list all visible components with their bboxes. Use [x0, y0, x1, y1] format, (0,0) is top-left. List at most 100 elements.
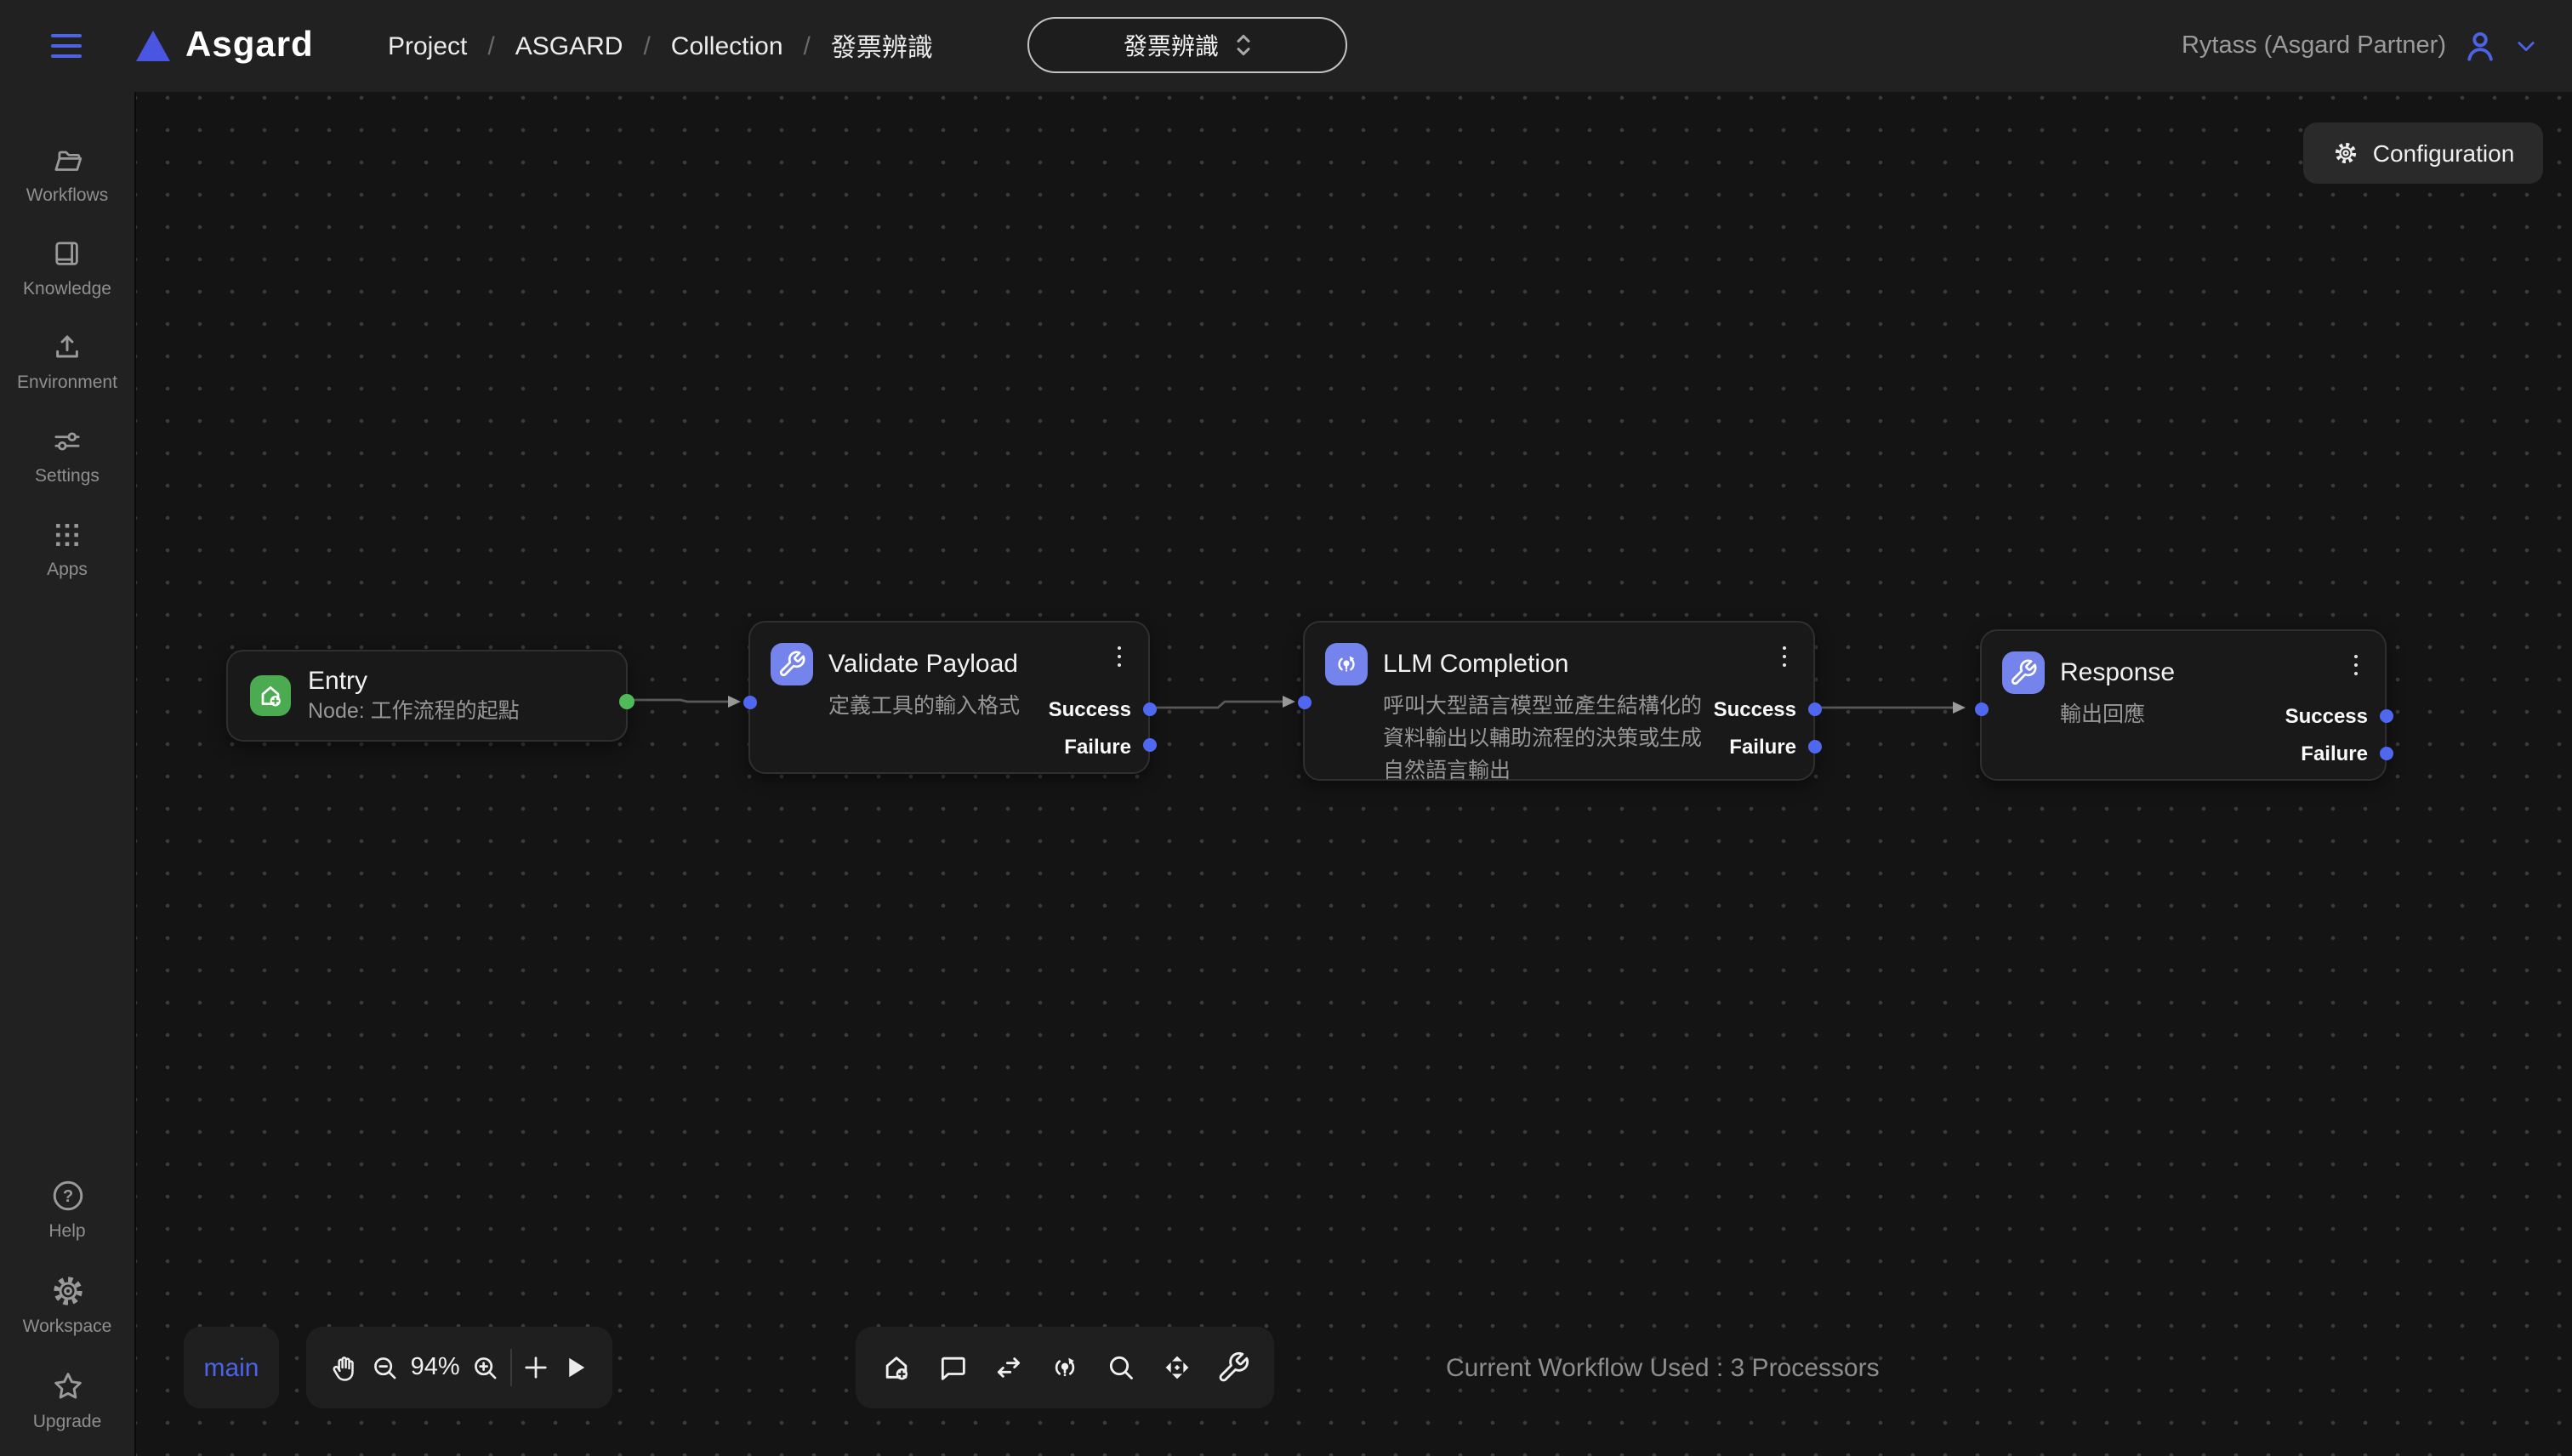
gear-icon [48, 1272, 86, 1310]
input-handle[interactable] [1297, 696, 1311, 709]
node-toolbar [856, 1327, 1274, 1408]
success-handle[interactable] [1142, 702, 1156, 716]
output-label-success: Success [1714, 697, 1796, 721]
tools-wrench-icon[interactable] [1216, 1351, 1250, 1385]
node-llm-completion[interactable]: LLM Completion 呼叫大型語言模型並產生結構化的資料輸出以輔助流程的… [1303, 621, 1815, 781]
sidebar-item-knowledge[interactable]: Knowledge [0, 236, 134, 299]
selector-chevrons-icon [1234, 32, 1251, 58]
svg-text:?: ? [62, 1187, 72, 1206]
input-handle[interactable] [743, 696, 756, 709]
sidebar-item-label: Help [48, 1221, 85, 1242]
output-label-failure: Failure [1729, 734, 1796, 758]
user-icon [2461, 27, 2499, 65]
logo: Asgard [136, 0, 314, 92]
configuration-button[interactable]: Configuration [2303, 122, 2543, 184]
auto-layout-tool-icon[interactable] [1160, 1351, 1194, 1385]
wrench-icon [771, 643, 813, 685]
breadcrumb-collection[interactable]: Collection [671, 31, 783, 60]
node-title: Response [2060, 658, 2175, 687]
pan-hand-icon[interactable] [328, 1351, 361, 1384]
node-subtitle: 呼叫大型語言模型並產生結構化的資料輸出以輔助流程的決策或生成自然語言輸出 [1383, 691, 1710, 788]
workflow-canvas[interactable]: Configuration Entry Node: 工作流程的起點 [136, 92, 2572, 1456]
app: Asgard Project / ASGARD / Collection / 發… [0, 0, 2572, 1456]
output-handle[interactable] [619, 693, 634, 708]
user-menu[interactable]: Rytass (Asgard Partner) [2182, 0, 2538, 92]
breadcrumb-project[interactable]: Project [388, 31, 467, 60]
logo-triangle-icon [136, 31, 170, 61]
comment-tool-icon[interactable] [936, 1351, 970, 1385]
sidebar-item-label: Knowledge [23, 279, 111, 299]
sidebar-item-apps[interactable]: Apps [0, 517, 134, 580]
failure-handle[interactable] [1142, 738, 1156, 752]
sliders-icon [49, 424, 85, 459]
workflow-selector-value: 發票辨識 [1124, 28, 1219, 62]
hamburger-menu-icon[interactable] [51, 27, 82, 65]
upload-icon [49, 330, 85, 366]
sidebar-item-label: Upgrade [33, 1412, 102, 1432]
node-title: Entry [308, 667, 520, 696]
sidebar-item-label: Workflows [26, 185, 108, 206]
output-label-success: Success [2285, 704, 2368, 728]
node-menu-kebab-icon[interactable] [2344, 650, 2368, 680]
breadcrumb-separator: / [804, 31, 811, 60]
sidebar-item-help[interactable]: ? Help [0, 1177, 134, 1242]
zoom-out-icon[interactable] [369, 1351, 401, 1384]
entry-node-tool-icon[interactable] [879, 1351, 913, 1385]
home-plus-icon [250, 675, 291, 716]
book-icon [49, 236, 85, 272]
output-label-failure: Failure [1064, 734, 1131, 758]
search-tool-icon[interactable] [1104, 1351, 1138, 1385]
sidebar-item-label: Workspace [23, 1317, 112, 1337]
user-label: Rytass (Asgard Partner) [2182, 32, 2446, 60]
sidebar-item-upgrade[interactable]: Upgrade [0, 1368, 134, 1432]
node-subtitle: Node: 工作流程的起點 [308, 699, 520, 725]
llm-tool-icon[interactable] [1048, 1351, 1082, 1385]
sidebar-footer: ? Help Workspace Upgrade [0, 1177, 134, 1456]
failure-handle[interactable] [2379, 747, 2393, 760]
folder-icon [49, 143, 85, 179]
node-menu-kebab-icon[interactable] [1107, 641, 1131, 672]
gear-icon [2332, 139, 2359, 167]
branch-button[interactable]: main [184, 1327, 279, 1408]
logo-text: Asgard [185, 26, 314, 66]
zoom-level: 94% [411, 1354, 460, 1381]
node-response[interactable]: Response 輸出回應 Success Failure [1980, 629, 2387, 781]
llm-refresh-bulb-icon [1325, 643, 1368, 685]
apps-grid-icon [49, 517, 85, 553]
node-entry[interactable]: Entry Node: 工作流程的起點 [226, 650, 628, 742]
swap-connections-tool-icon[interactable] [992, 1351, 1026, 1385]
top-bar: Asgard Project / ASGARD / Collection / 發… [0, 0, 2572, 92]
toolbar-divider [509, 1349, 511, 1386]
breadcrumb-asgard[interactable]: ASGARD [515, 31, 623, 60]
star-icon [48, 1368, 86, 1405]
failure-handle[interactable] [1807, 740, 1821, 754]
add-node-button[interactable] [521, 1352, 551, 1383]
configuration-label: Configuration [2373, 139, 2515, 167]
breadcrumb-separator: / [487, 31, 494, 60]
sidebar-item-label: Settings [35, 466, 100, 486]
sidebar-item-workflows[interactable]: Workflows [0, 143, 134, 206]
output-label-success: Success [1049, 697, 1131, 721]
node-menu-kebab-icon[interactable] [1773, 641, 1796, 672]
success-handle[interactable] [1807, 702, 1821, 716]
input-handle[interactable] [1974, 702, 1988, 716]
wrench-icon [2002, 651, 2045, 694]
node-title: LLM Completion [1383, 650, 1568, 679]
sidebar-item-workspace[interactable]: Workspace [0, 1272, 134, 1337]
sidebar-item-settings[interactable]: Settings [0, 424, 134, 486]
run-workflow-button[interactable] [560, 1352, 590, 1383]
node-title: Validate Payload [828, 650, 1018, 679]
zoom-toolbar: 94% [306, 1327, 612, 1408]
sidebar-item-environment[interactable]: Environment [0, 330, 134, 393]
zoom-in-icon[interactable] [469, 1351, 501, 1384]
breadcrumb-separator: / [643, 31, 650, 60]
sidebar: Workflows Knowledge Environment Settings [0, 92, 136, 1456]
workflow-selector[interactable]: 發票辨識 [1027, 17, 1347, 73]
output-label-failure: Failure [2301, 741, 2368, 765]
help-circle-icon: ? [48, 1177, 86, 1214]
sidebar-item-label: Apps [47, 560, 88, 580]
branch-label: main [203, 1353, 259, 1382]
success-handle[interactable] [2379, 709, 2393, 723]
workflow-status-text: Current Workflow Used : 3 Processors [1446, 1327, 1880, 1408]
node-validate-payload[interactable]: Validate Payload 定義工具的輸入格式 Success Failu… [748, 621, 1150, 774]
